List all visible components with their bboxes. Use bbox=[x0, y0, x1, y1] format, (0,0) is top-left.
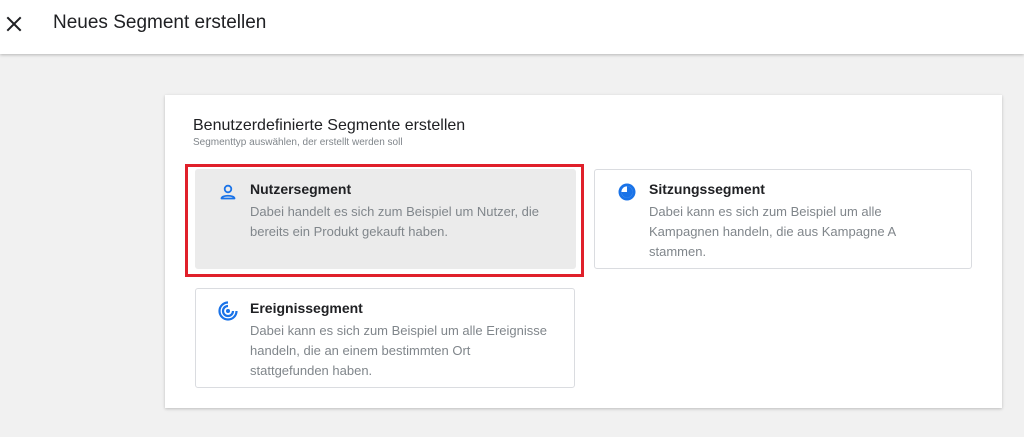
segment-type-panel: Benutzerdefinierte Segmente erstellen Se… bbox=[165, 95, 1002, 408]
event-icon bbox=[218, 301, 238, 321]
panel-title: Benutzerdefinierte Segmente erstellen bbox=[193, 117, 466, 134]
card-description: Dabei kann es sich zum Beispiel um alle … bbox=[250, 323, 547, 378]
card-description: Dabei kann es sich zum Beispiel um alle … bbox=[649, 204, 896, 259]
user-segment-card[interactable]: Nutzersegment Dabei handelt es sich zum … bbox=[195, 169, 576, 269]
person-icon bbox=[218, 182, 238, 202]
card-title: Sitzungssegment bbox=[649, 181, 765, 197]
card-title: Ereignissegment bbox=[250, 300, 363, 316]
card-description: Dabei handelt es sich zum Beispiel um Nu… bbox=[250, 204, 540, 239]
top-app-bar: Neues Segment erstellen bbox=[0, 0, 1024, 54]
page-title: Neues Segment erstellen bbox=[53, 12, 267, 33]
session-segment-card[interactable]: Sitzungssegment Dabei kann es sich zum B… bbox=[594, 169, 972, 269]
card-title: Nutzersegment bbox=[250, 181, 352, 197]
close-icon bbox=[6, 16, 22, 32]
close-button[interactable] bbox=[3, 13, 25, 35]
session-icon bbox=[617, 182, 637, 202]
panel-subtitle: Segmenttyp auswählen, der erstellt werde… bbox=[193, 137, 403, 148]
event-segment-card[interactable]: Ereignissegment Dabei kann es sich zum B… bbox=[195, 288, 575, 388]
